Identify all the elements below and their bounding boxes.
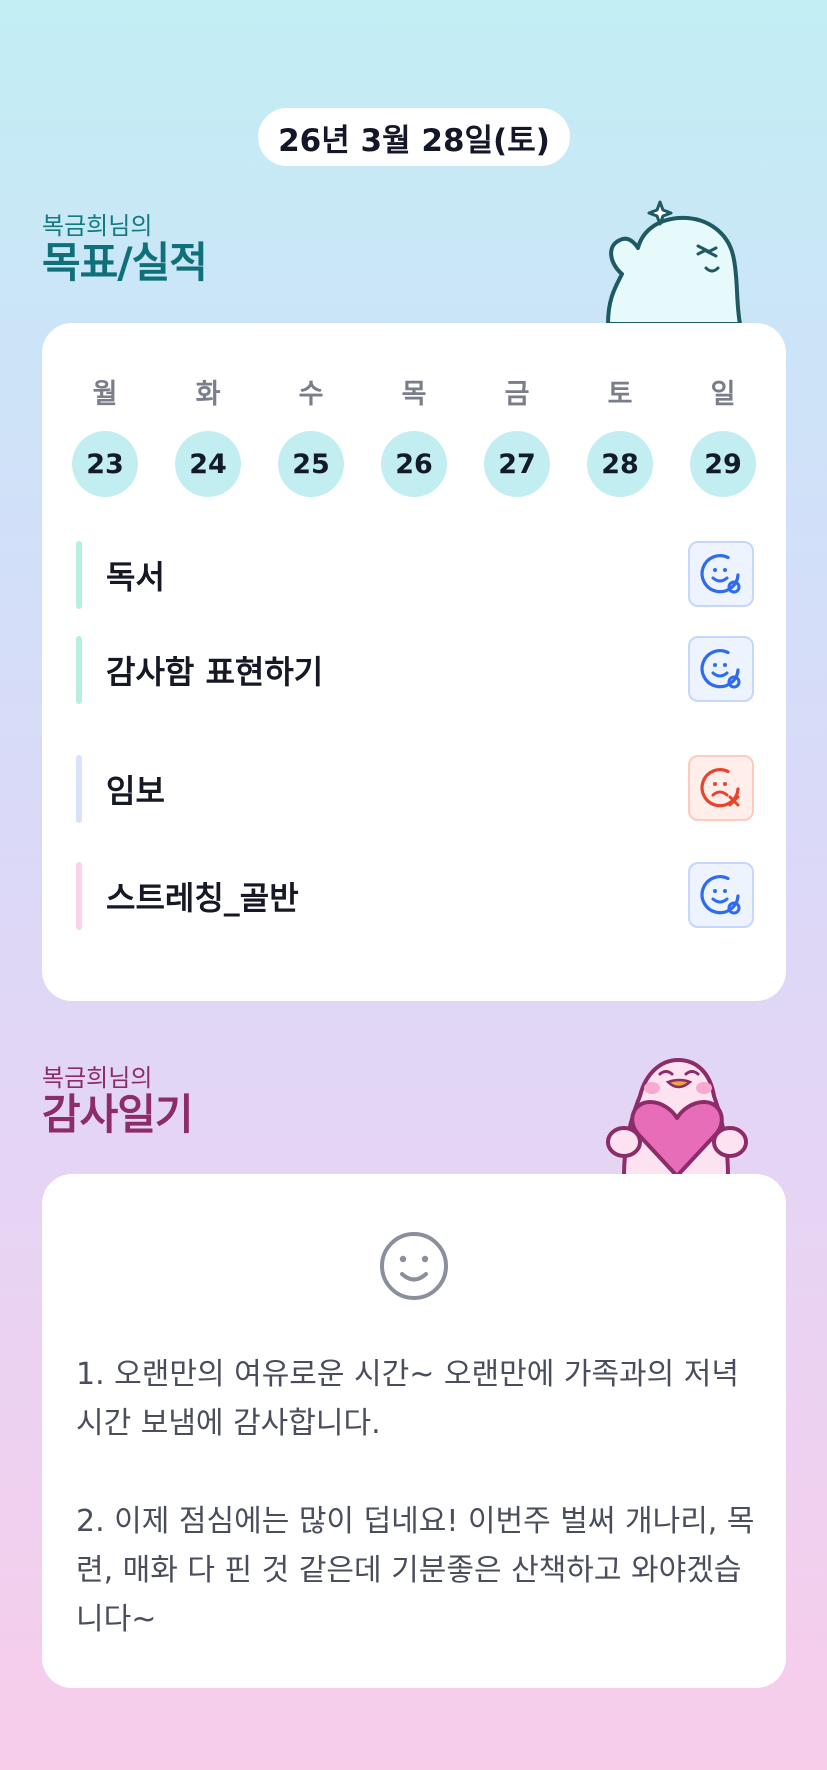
day-number[interactable]: 27 <box>484 431 550 497</box>
goal-label: 임보 <box>106 772 165 810</box>
day-sun[interactable]: 일 29 <box>690 377 756 497</box>
diary-card: 1. 오랜만의 여유로운 시간~ 오랜만에 가족과의 저녁시간 보냄에 감사합니… <box>42 1174 786 1688</box>
heart-mascot-icon <box>606 1058 748 1176</box>
day-tue[interactable]: 화 24 <box>175 377 241 497</box>
goal-status-button[interactable] <box>688 755 754 821</box>
diary-entry-1: 1. 오랜만의 여유로운 시간~ 오랜만에 가족과의 저녁시간 보냄에 감사합니… <box>76 1357 739 1441</box>
smile-check-icon <box>700 554 741 594</box>
diary-entry-text: 1. 오랜만의 여유로운 시간~ 오랜만에 가족과의 저녁시간 보냄에 감사합니… <box>76 1350 756 1644</box>
goal-color-bar <box>76 636 82 704</box>
diary-owner-label: 복금희님의 <box>42 1064 153 1092</box>
diary-section-title: 감사일기 <box>42 1090 194 1139</box>
goal-item[interactable]: 감사함 표현하기 <box>76 636 754 704</box>
day-number[interactable]: 26 <box>381 431 447 497</box>
day-number[interactable]: 29 <box>690 431 756 497</box>
goal-label: 독서 <box>106 558 165 596</box>
goal-color-bar <box>76 862 82 930</box>
date-pill[interactable]: 26년 3월 28일(토) <box>258 108 570 166</box>
ghost-mascot-icon <box>606 200 742 324</box>
day-name: 일 <box>710 379 736 410</box>
goal-item[interactable]: 임보 <box>76 755 754 823</box>
goal-status-button[interactable] <box>688 541 754 607</box>
week-strip: 월 23 화 24 수 25 목 26 금 27 토 28 일 29 <box>72 377 756 497</box>
goal-item[interactable]: 스트레칭_골반 <box>76 862 754 930</box>
diary-section-header: 복금희님의 감사일기 <box>42 1064 194 1139</box>
smile-check-icon <box>700 649 741 689</box>
smile-face-icon[interactable] <box>378 1230 450 1302</box>
day-wed[interactable]: 수 25 <box>278 377 344 497</box>
goal-label: 스트레칭_골반 <box>106 879 299 917</box>
day-mon[interactable]: 월 23 <box>72 377 138 497</box>
goals-owner-label: 복금희님의 <box>42 212 153 240</box>
diary-entry-2: 2. 이제 점심에는 많이 덥네요! 이번주 벌써 개나리, 목련, 매화 다 … <box>76 1504 755 1637</box>
day-thu[interactable]: 목 26 <box>381 377 447 497</box>
goal-color-bar <box>76 755 82 823</box>
goals-section-header: 복금희님의 목표/실적 <box>42 212 208 287</box>
day-number[interactable]: 25 <box>278 431 344 497</box>
day-number[interactable]: 23 <box>72 431 138 497</box>
sad-x-icon <box>700 768 740 808</box>
day-name: 금 <box>504 379 530 410</box>
goal-item[interactable]: 독서 <box>76 541 754 609</box>
goal-status-button[interactable] <box>688 862 754 928</box>
goal-label: 감사함 표현하기 <box>106 653 324 691</box>
smile-check-icon <box>700 875 741 915</box>
day-name: 목 <box>401 379 427 410</box>
goals-section-title: 목표/실적 <box>42 238 208 287</box>
day-name: 월 <box>92 379 118 410</box>
day-name: 화 <box>195 379 221 410</box>
day-name: 수 <box>298 379 324 410</box>
date-label: 26년 3월 28일(토) <box>278 122 550 159</box>
day-sat[interactable]: 토 28 <box>587 377 653 497</box>
day-fri[interactable]: 금 27 <box>484 377 550 497</box>
day-name: 토 <box>607 379 633 410</box>
goals-card: 월 23 화 24 수 25 목 26 금 27 토 28 일 29 독서 감사… <box>42 323 786 1001</box>
day-number[interactable]: 28 <box>587 431 653 497</box>
goal-status-button[interactable] <box>688 636 754 702</box>
day-number[interactable]: 24 <box>175 431 241 497</box>
goal-color-bar <box>76 541 82 609</box>
